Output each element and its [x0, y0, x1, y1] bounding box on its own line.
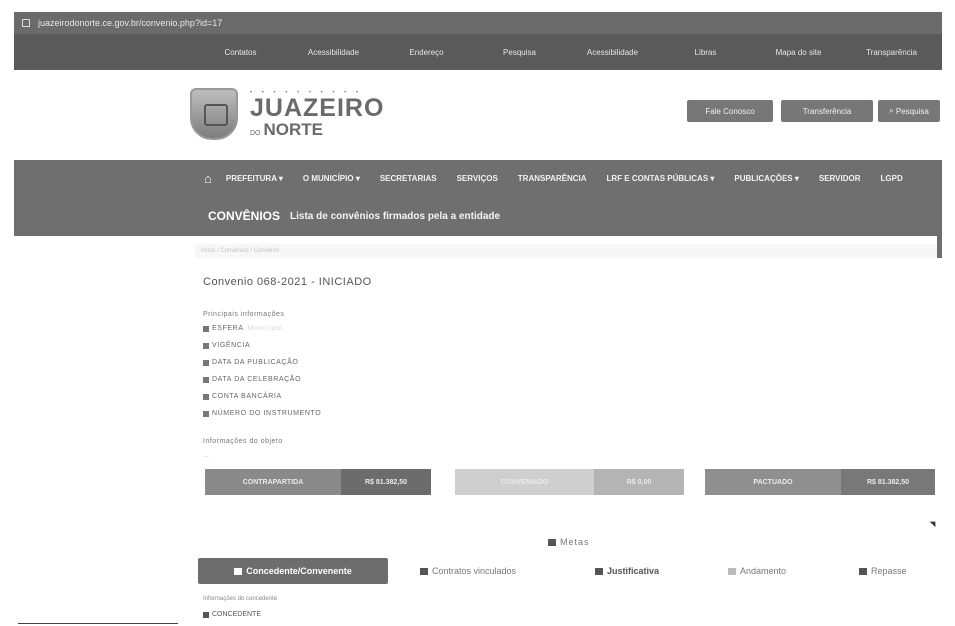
logo-line2: NORTE — [263, 120, 324, 139]
page-title: CONVÊNIOS — [208, 209, 281, 223]
mouse-cursor-icon — [929, 518, 939, 528]
tab-justificativa[interactable]: Justificativa — [595, 558, 659, 584]
nav-lgpd[interactable]: LGPD — [881, 174, 903, 183]
field-vigencia: VIGÊNCIA — [203, 342, 254, 349]
nav-municipio[interactable]: O MUNICÍPIO ▾ — [303, 174, 360, 183]
square-icon — [203, 376, 209, 383]
top-nav-pesquisa[interactable]: Pesquisa — [473, 48, 566, 57]
city-crest-icon — [190, 88, 238, 140]
site-header: • • • • • • • • • • JUAZEIRO DO NORTE Fal… — [14, 70, 942, 160]
top-nav-acessibilidade[interactable]: Acessibilidade — [287, 48, 380, 57]
field-esfera: ESFERA Municipal — [203, 325, 283, 332]
user-icon — [234, 567, 243, 575]
home-icon[interactable]: ⌂ — [204, 171, 212, 186]
value-box-pactuado: PACTUADO R$ 81.382,50 — [705, 469, 935, 495]
tab-concedente-convenente[interactable]: Concedente/Convenente — [198, 558, 388, 584]
square-icon — [203, 611, 209, 618]
nav-servidor[interactable]: SERVIDOR — [819, 174, 861, 183]
logo-prefix: DO — [250, 130, 261, 137]
top-nav-libras[interactable]: Libras — [659, 48, 752, 57]
top-nav-endereco[interactable]: Endereço — [380, 48, 473, 57]
value-box-conveniado: CONVENIADO R$ 0,00 — [455, 469, 684, 495]
value-box-contrapartida: CONTRAPARTIDA R$ 81.382,50 — [205, 469, 431, 495]
search-icon: ⌕ — [889, 106, 896, 115]
nav-lrf[interactable]: LRF E CONTAS PÚBLICAS ▾ — [607, 174, 715, 183]
top-nav-acessibilidade-2[interactable]: Acessibilidade — [566, 48, 659, 57]
object-text: — — [203, 454, 210, 460]
url-text: juazeirodonorte.ce.gov.br/convenio.php?i… — [38, 18, 223, 28]
metas-link[interactable]: Metas — [548, 537, 590, 547]
pesquisa-button[interactable]: ⌕ Pesquisa — [878, 100, 940, 122]
convenio-title: Convenio 068-2021 - INICIADO — [203, 276, 372, 288]
field-data-celebracao: DATA DA CELEBRAÇÃO — [203, 376, 305, 383]
top-nav-contatos[interactable]: Contatos — [194, 48, 287, 57]
object-info-label: Informações do objeto — [203, 438, 283, 445]
camera-icon — [420, 567, 428, 575]
concedente-info-label: Informações do concedente — [203, 596, 278, 602]
top-nav-transparencia[interactable]: Transparência — [845, 48, 938, 57]
site-logo[interactable]: • • • • • • • • • • JUAZEIRO DO NORTE — [190, 88, 384, 140]
nav-servicos[interactable]: SERVIÇOS — [457, 174, 498, 183]
nav-publicacoes[interactable]: PUBLICAÇÕES ▾ — [734, 174, 798, 183]
logo-line1: JUAZEIRO — [250, 94, 385, 122]
field-numero-instrumento: NÚMERO DO INSTRUMENTO — [203, 410, 325, 417]
browser-address-bar[interactable]: juazeirodonorte.ce.gov.br/convenio.php?i… — [14, 12, 942, 34]
breadcrumb[interactable]: Início / Convênios / Convênio — [195, 244, 937, 258]
square-icon — [203, 359, 209, 366]
calendar-icon — [728, 567, 736, 575]
document-icon — [859, 567, 867, 575]
field-concedente: CONCEDENTE — [203, 611, 265, 618]
square-icon — [203, 325, 209, 332]
file-icon — [595, 567, 603, 575]
page-title-bar: CONVÊNIOS Lista de convênios firmados pe… — [14, 196, 942, 236]
nav-secretarias[interactable]: SECRETARIAS — [380, 174, 437, 183]
tab-contratos-vinculados[interactable]: Contratos vinculados — [420, 558, 516, 584]
tab-andamento[interactable]: Andamento — [728, 558, 786, 584]
square-icon — [203, 393, 209, 400]
metas-icon — [548, 538, 556, 546]
main-nav: ⌂ PREFEITURA ▾ O MUNICÍPIO ▾ SECRETARIAS… — [14, 160, 942, 196]
square-icon — [203, 410, 209, 417]
top-utility-nav: Contatos Acessibilidade Endereço Pesquis… — [14, 34, 942, 70]
field-conta-bancaria: CONTA BANCÁRIA — [203, 393, 286, 400]
tab-repasse[interactable]: Repasse — [859, 558, 907, 584]
page-subtitle: Lista de convênios firmados pela a entid… — [290, 210, 501, 222]
field-data-publicacao: DATA DA PUBLICAÇÃO — [203, 359, 302, 366]
square-icon — [203, 342, 209, 349]
fale-conosco-button[interactable]: Fale Conosco — [687, 100, 773, 122]
top-nav-mapa[interactable]: Mapa do site — [752, 48, 845, 57]
lock-icon — [22, 19, 30, 27]
main-info-label: Principais informações — [203, 311, 285, 318]
detail-tabs: Concedente/Convenente Contratos vinculad… — [198, 558, 938, 584]
transferencia-button[interactable]: Transferência — [781, 100, 873, 122]
nav-prefeitura[interactable]: PREFEITURA ▾ — [226, 174, 283, 183]
nav-transparencia[interactable]: TRANSPARÊNCIA — [518, 174, 587, 183]
